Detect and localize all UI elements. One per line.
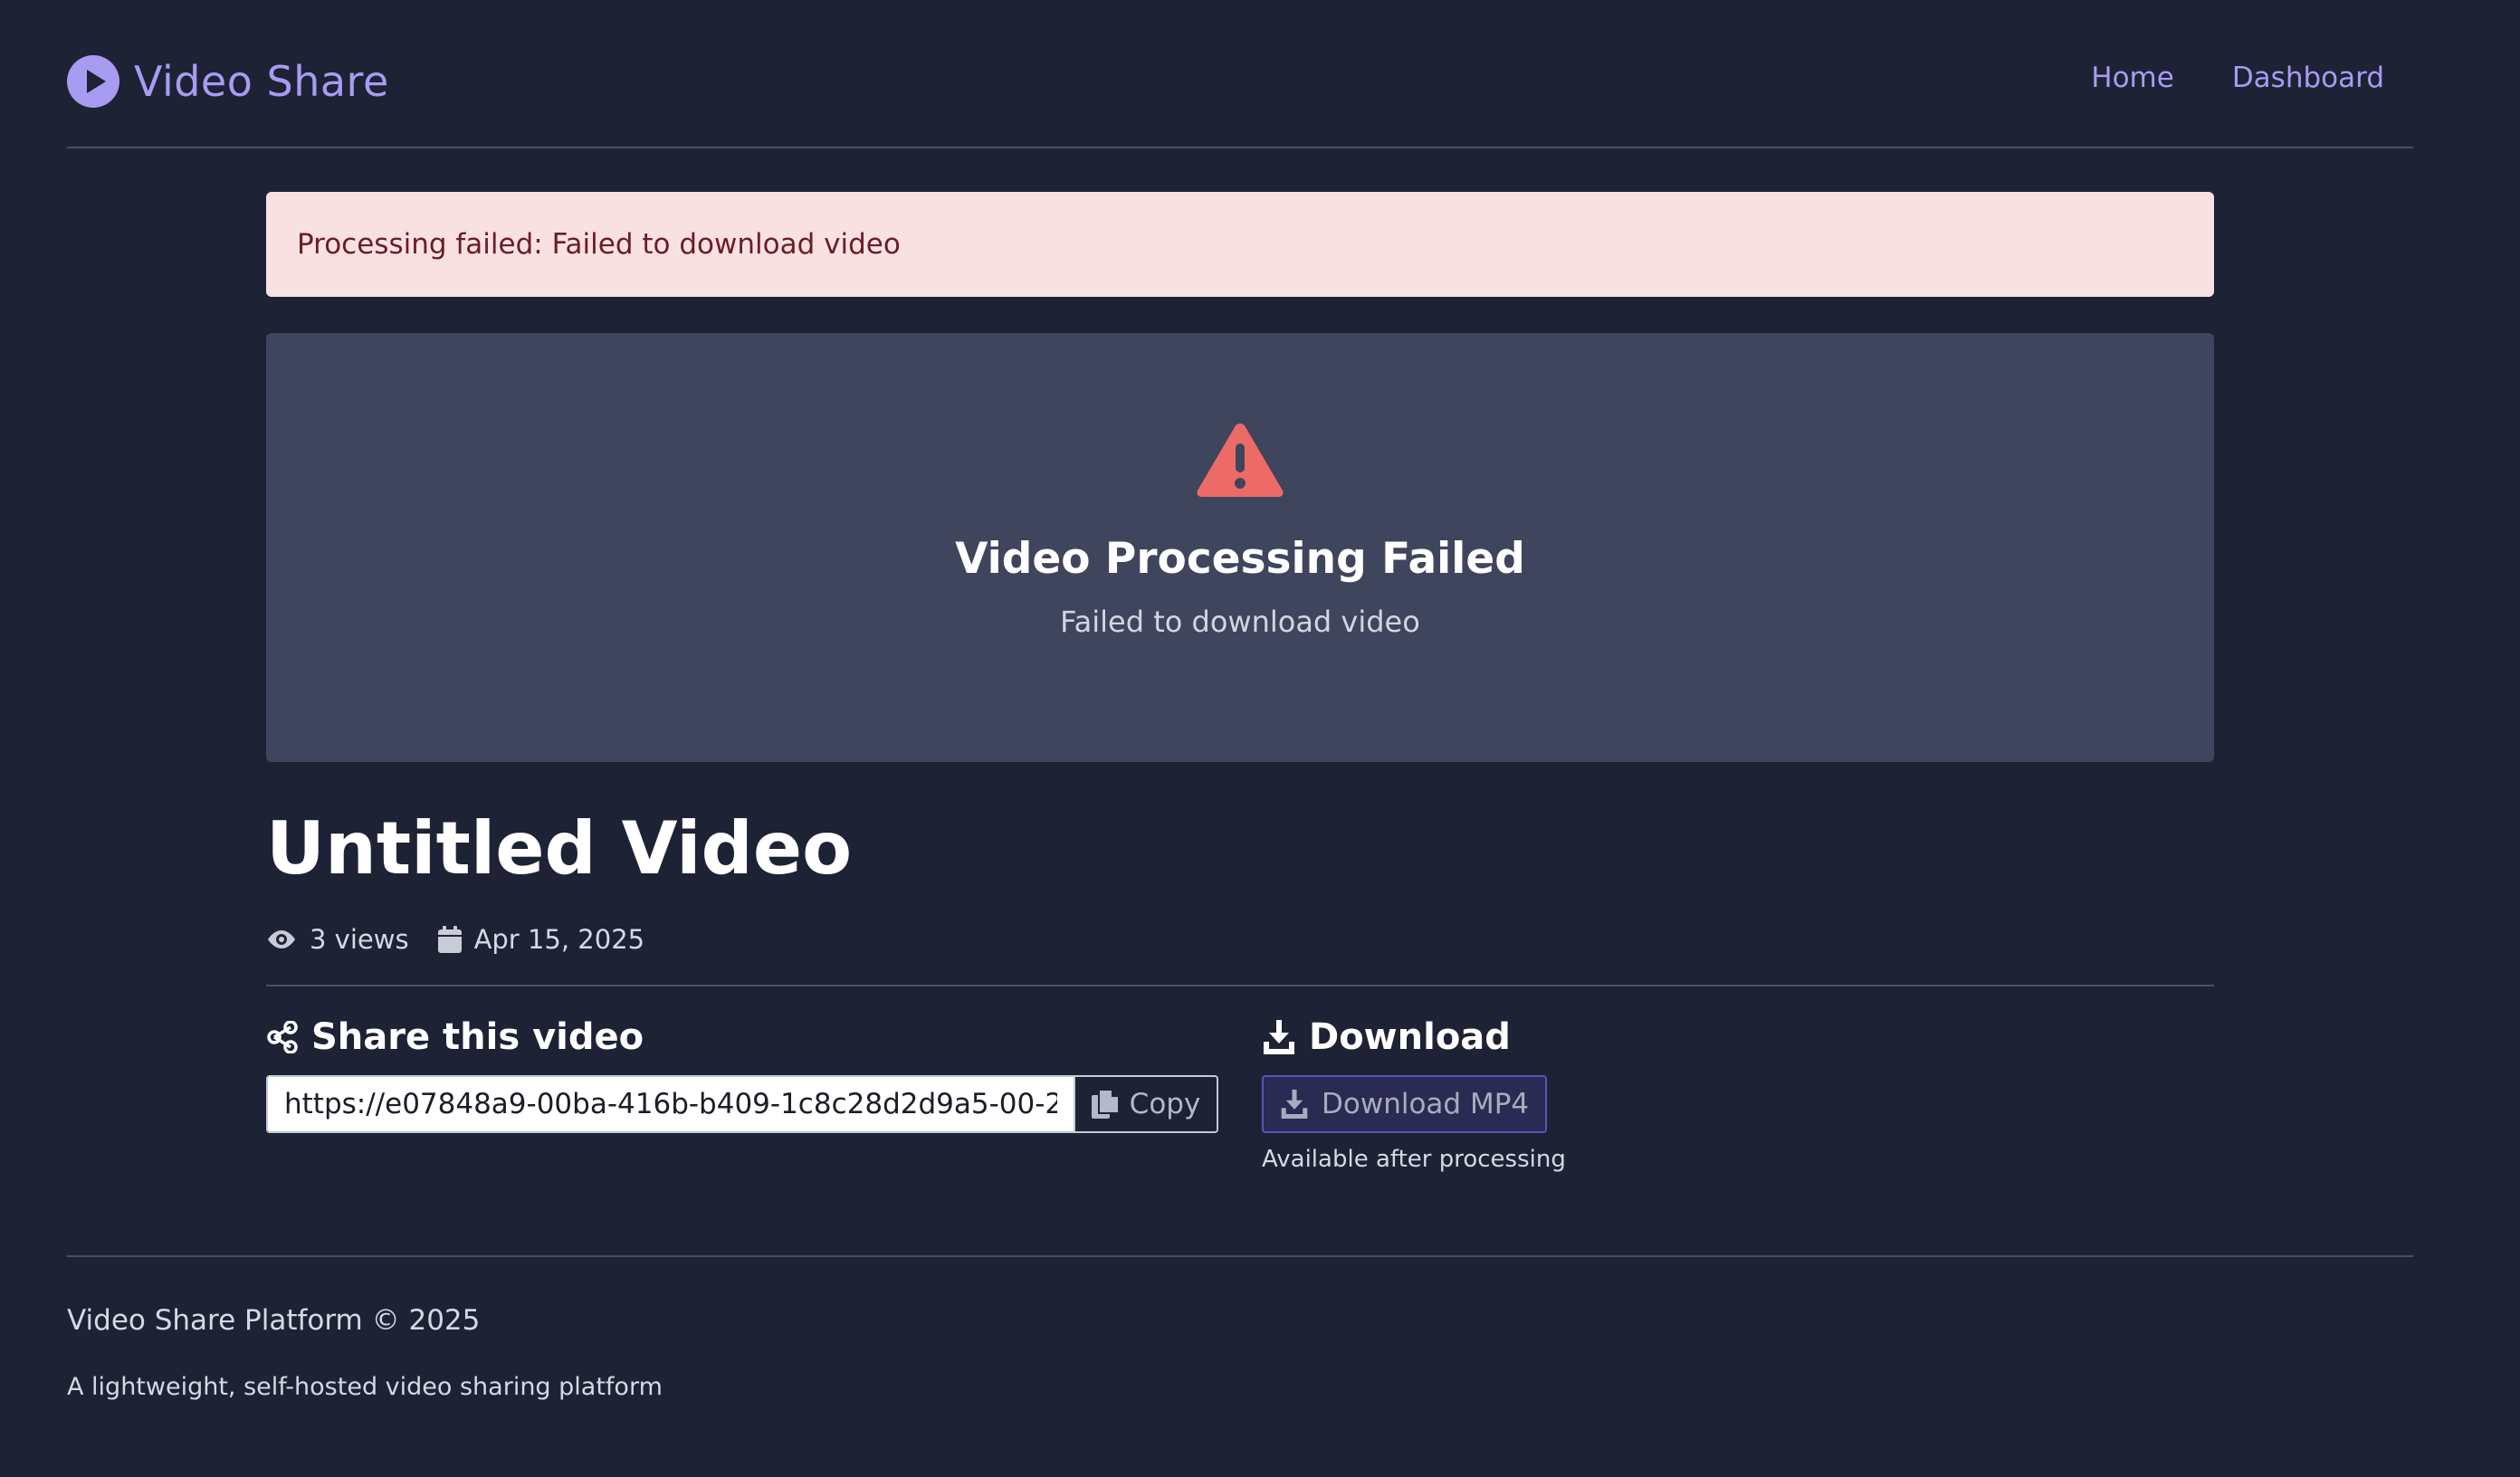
main-content: Processing failed: Failed to download vi… xyxy=(266,192,2214,1173)
nav-dashboard-link[interactable]: Dashboard xyxy=(2232,62,2384,94)
share-icon xyxy=(267,1021,298,1053)
brand-link[interactable]: Video Share xyxy=(67,54,389,109)
share-url-group: Copy xyxy=(266,1075,1218,1133)
copy-button[interactable]: Copy xyxy=(1074,1077,1217,1131)
brand-name: Video Share xyxy=(134,57,389,106)
date-label: Apr 15, 2025 xyxy=(473,924,645,955)
processing-failed-reason: Failed to download video xyxy=(1060,605,1420,639)
views-count: 3 views xyxy=(266,924,409,955)
download-availability-note: Available after processing xyxy=(1262,1146,1566,1173)
views-label: 3 views xyxy=(310,924,409,955)
copy-icon xyxy=(1091,1090,1119,1119)
nav-home-link[interactable]: Home xyxy=(2091,62,2174,94)
download-section: Download Download MP4 Available after pr… xyxy=(1262,1015,1566,1173)
video-meta: 3 views Apr 15, 2025 xyxy=(266,921,2214,958)
copy-button-label: Copy xyxy=(1129,1088,1201,1120)
download-icon xyxy=(1264,1020,1294,1054)
play-circle-icon xyxy=(67,55,119,108)
footer-tagline: A lightweight, self-hosted video sharing… xyxy=(67,1373,663,1401)
page: Video Share Home Dashboard Processing fa… xyxy=(0,0,2520,1477)
footer-copyright: Video Share Platform © 2025 xyxy=(67,1304,481,1337)
download-mp4-button[interactable]: Download MP4 xyxy=(1262,1075,1548,1133)
download-mp4-label: Download MP4 xyxy=(1322,1088,1530,1120)
video-player-error: Video Processing Failed Failed to downlo… xyxy=(266,333,2214,762)
eye-icon xyxy=(268,930,295,948)
calendar-icon xyxy=(437,926,462,953)
warning-triangle-icon xyxy=(1197,424,1284,497)
video-title: Untitled Video xyxy=(266,806,853,891)
main-nav: Home Dashboard xyxy=(2091,62,2384,94)
upload-date: Apr 15, 2025 xyxy=(437,924,645,955)
share-section: Share this video Copy xyxy=(266,1015,1218,1133)
share-download-row: Share this video Copy xyxy=(266,986,2214,1173)
download-heading: Download xyxy=(1262,1015,1566,1059)
error-alert: Processing failed: Failed to download vi… xyxy=(266,192,2214,297)
download-icon xyxy=(1281,1090,1308,1119)
download-heading-text: Download xyxy=(1309,1016,1511,1058)
processing-failed-title: Video Processing Failed xyxy=(955,534,1525,584)
site-footer: Video Share Platform © 2025 A lightweigh… xyxy=(67,1255,2413,1401)
share-heading: Share this video xyxy=(266,1015,1218,1059)
site-header: Video Share Home Dashboard xyxy=(67,0,2413,148)
share-url-input[interactable] xyxy=(268,1077,1074,1131)
share-heading-text: Share this video xyxy=(311,1016,644,1058)
error-alert-message: Processing failed: Failed to download vi… xyxy=(297,228,901,261)
